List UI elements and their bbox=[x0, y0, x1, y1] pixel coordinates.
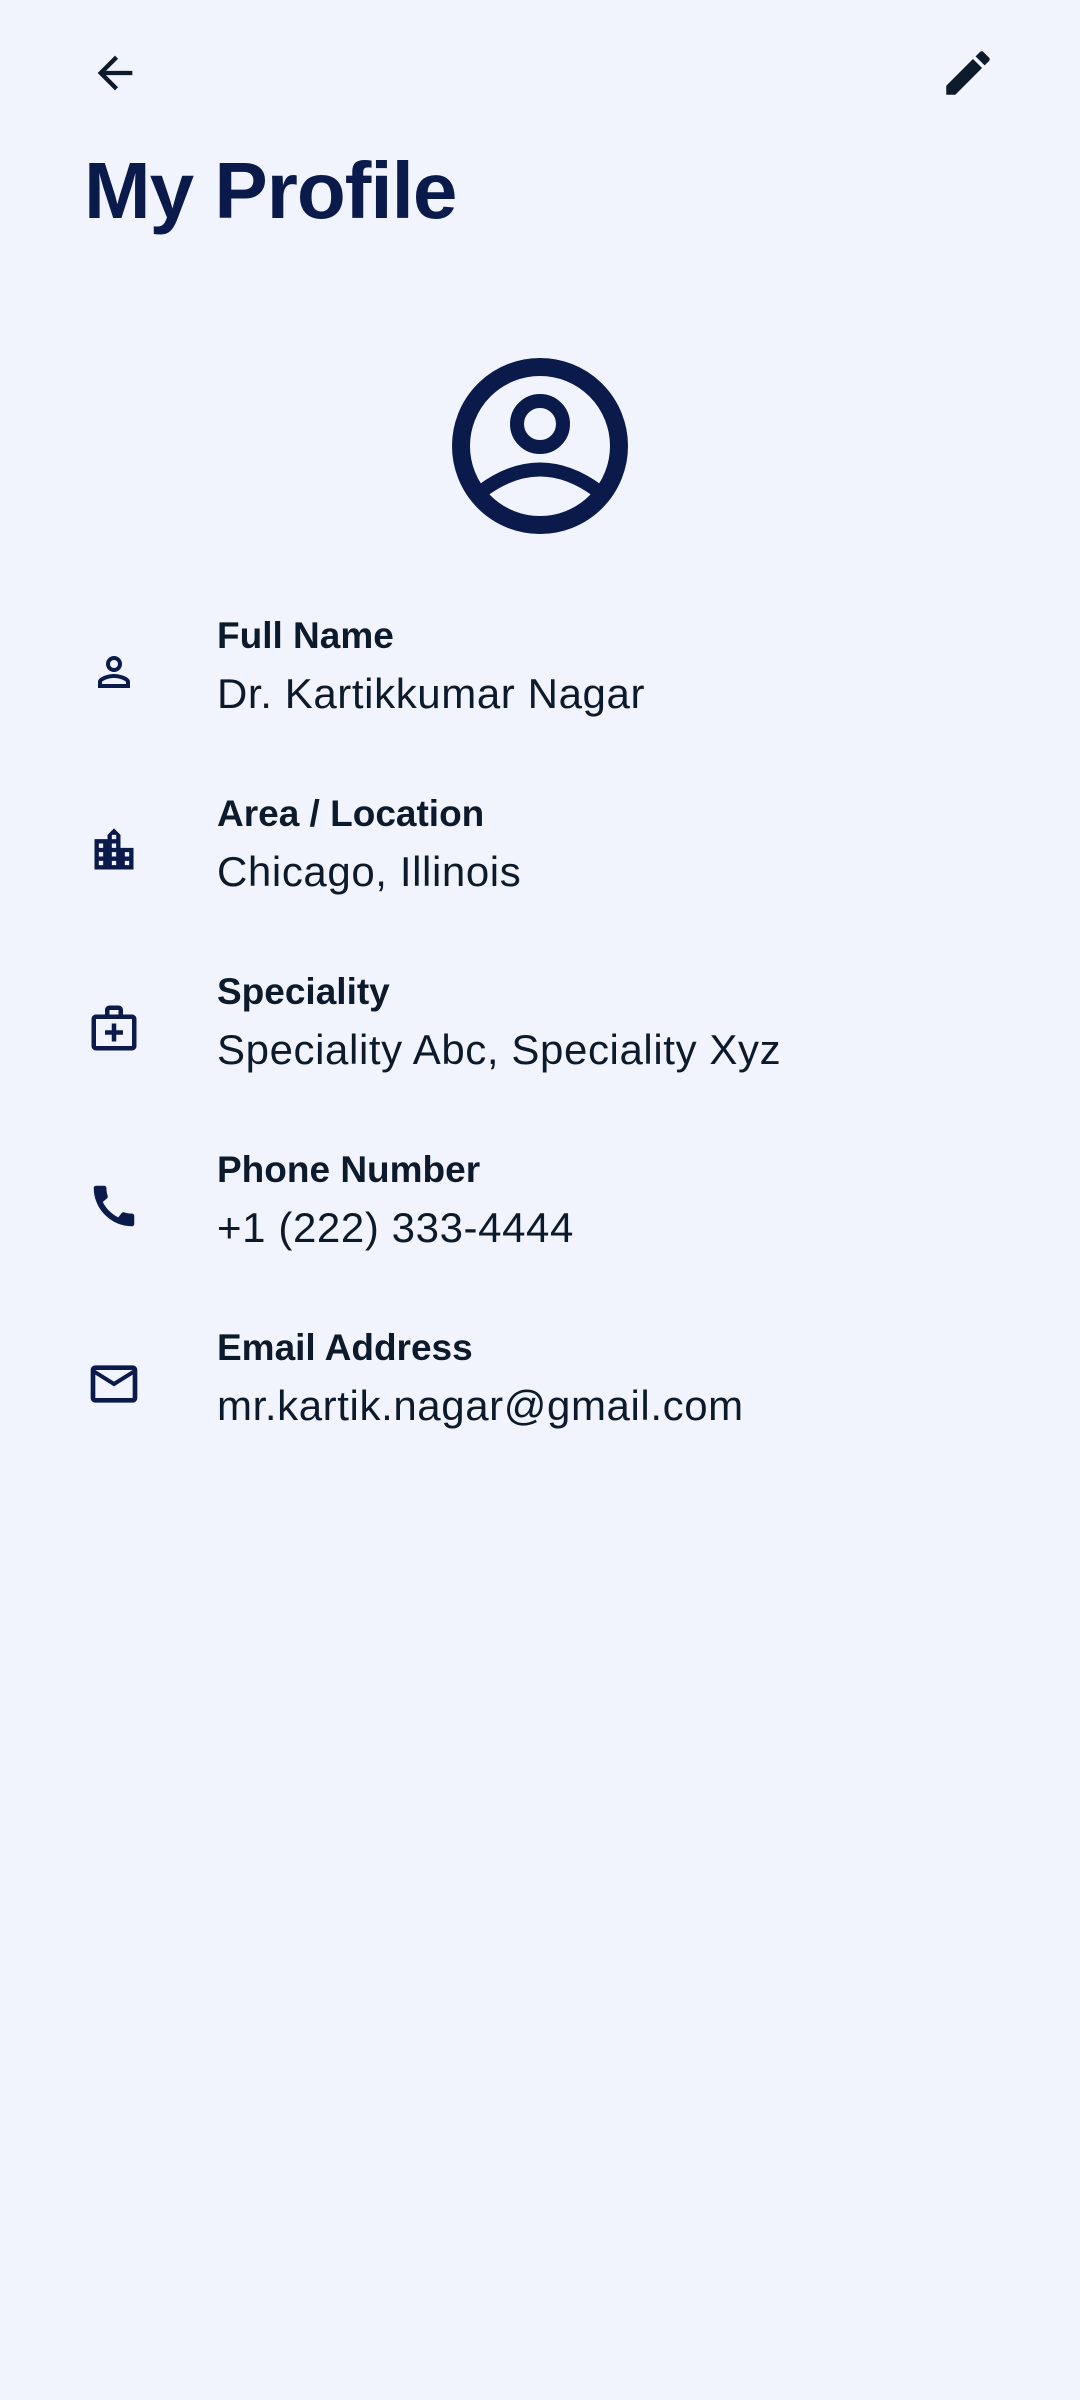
person-icon bbox=[82, 640, 146, 704]
phone-icon bbox=[82, 1174, 146, 1238]
email-value: mr.kartik.nagar@gmail.com bbox=[217, 1382, 744, 1429]
back-button[interactable] bbox=[71, 29, 159, 117]
profile-info-list: Full Name Dr. Kartikkumar Nagar Area / L… bbox=[0, 600, 1080, 1490]
speciality-value: Speciality Abc, Speciality Xyz bbox=[217, 1026, 782, 1073]
mail-icon bbox=[82, 1352, 146, 1416]
list-item-speciality: Speciality Speciality Abc, Speciality Xy… bbox=[0, 956, 1080, 1134]
list-item-location: Area / Location Chicago, Illinois bbox=[0, 778, 1080, 956]
list-item-full-name: Full Name Dr. Kartikkumar Nagar bbox=[0, 600, 1080, 778]
email-label: Email Address bbox=[217, 1327, 473, 1368]
speciality-label: Speciality bbox=[217, 971, 390, 1012]
arrow-back-icon bbox=[97, 55, 133, 91]
edit-profile-button[interactable] bbox=[924, 29, 1012, 117]
location-value: Chicago, Illinois bbox=[217, 848, 522, 895]
full-name-label: Full Name bbox=[217, 615, 394, 656]
city-buildings-icon bbox=[82, 818, 146, 882]
account-circle-icon bbox=[452, 358, 628, 534]
location-label: Area / Location bbox=[217, 793, 485, 834]
medical-bag-icon bbox=[82, 996, 146, 1060]
list-item-email: Email Address mr.kartik.nagar@gmail.com bbox=[0, 1312, 1080, 1490]
list-item-phone: Phone Number +1 (222) 333-4444 bbox=[0, 1134, 1080, 1312]
page-title: My Profile bbox=[84, 146, 457, 235]
pencil-edit-icon bbox=[946, 51, 990, 95]
full-name-value: Dr. Kartikkumar Nagar bbox=[217, 670, 646, 717]
phone-label: Phone Number bbox=[217, 1149, 481, 1190]
phone-value: +1 (222) 333-4444 bbox=[217, 1204, 574, 1251]
profile-avatar bbox=[452, 358, 628, 534]
